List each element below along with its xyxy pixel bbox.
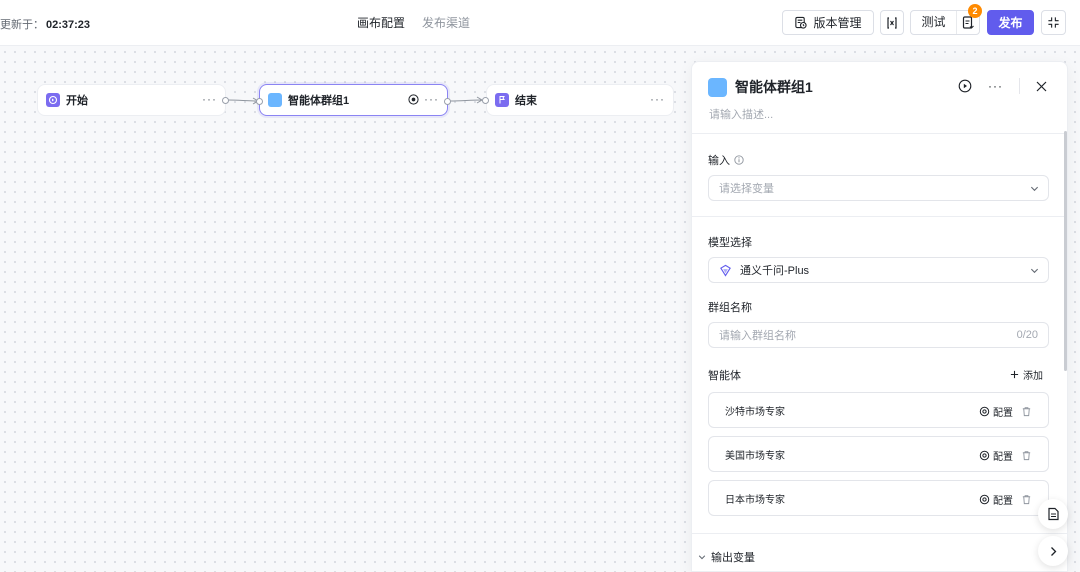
model-select[interactable]: 通义千问-Plus	[708, 257, 1049, 283]
input-variable-select[interactable]: 请选择变量	[708, 175, 1049, 201]
group-name-input[interactable]: 请输入群组名称 0/20	[708, 322, 1049, 348]
divider	[692, 133, 1067, 134]
output-port[interactable]	[222, 97, 229, 104]
chevron-down-icon	[1030, 266, 1039, 278]
configure-agent-button[interactable]: 配置	[979, 492, 1013, 507]
trash-icon[interactable]	[1021, 450, 1032, 461]
top-bar: 更新于： 02:37:23 画布配置 发布渠道 版本管理 测试 2 发布	[0, 0, 1080, 46]
version-management-button[interactable]: 版本管理	[782, 10, 874, 35]
agent-name: 美国市场专家	[725, 450, 785, 462]
variable-brackets-icon	[885, 16, 899, 30]
input-label: 输入	[708, 155, 730, 167]
updated-label: 更新于：	[0, 19, 44, 31]
node-label: 智能体群组1	[288, 95, 350, 107]
agent-actions: 配置	[979, 492, 1032, 507]
group-square-icon	[268, 93, 282, 107]
header-divider	[1019, 78, 1020, 94]
agent-name: 沙特市场专家	[725, 406, 785, 418]
node-agent-group[interactable]: 智能体群组1 ···	[259, 84, 448, 116]
more-icon[interactable]: ···	[424, 92, 439, 106]
more-icon[interactable]: ···	[988, 79, 1003, 93]
collapse-button[interactable]	[1041, 10, 1066, 35]
panel-scrollbar[interactable]	[1064, 131, 1067, 371]
input-port[interactable]	[482, 97, 489, 104]
output-variables-label: 输出变量	[711, 552, 755, 564]
test-button-group: 测试 2	[910, 4, 982, 35]
tab-canvas-config[interactable]: 画布配置	[357, 14, 405, 31]
gear-icon	[979, 450, 990, 461]
notification-badge: 2	[968, 4, 982, 18]
input-placeholder: 请输入群组名称	[719, 330, 796, 342]
configure-agent-button[interactable]: 配置	[979, 448, 1013, 463]
node-label: 开始	[66, 95, 88, 107]
gear-icon	[979, 494, 990, 505]
gear-icon	[979, 406, 990, 417]
more-icon[interactable]: ···	[650, 92, 665, 106]
info-icon[interactable]	[734, 155, 744, 165]
agent-item: 日本市场专家 配置	[708, 480, 1049, 516]
trash-icon[interactable]	[1021, 494, 1032, 505]
group-square-icon	[708, 77, 727, 97]
version-history-icon	[794, 16, 808, 29]
chevron-down-icon	[1030, 184, 1039, 196]
qwen-model-icon	[719, 264, 732, 277]
close-icon[interactable]	[1036, 81, 1047, 92]
notes-button[interactable]	[1038, 499, 1068, 529]
divider	[692, 533, 1067, 534]
configure-label: 配置	[993, 452, 1013, 463]
expand-panel-button[interactable]	[1038, 536, 1068, 566]
configure-label: 配置	[993, 496, 1013, 507]
input-section-label: 输入	[708, 152, 744, 168]
document-icon	[962, 16, 974, 29]
collapse-icon	[1047, 16, 1060, 29]
tab-bar: 画布配置 发布渠道	[357, 14, 470, 31]
node-config-panel: 智能体群组1 ··· 请输入描述... 输入 请选择变量 模型选择 通义千问-P…	[691, 61, 1068, 572]
run-node-icon[interactable]	[408, 94, 419, 105]
add-label: 添加	[1023, 371, 1043, 382]
trash-icon[interactable]	[1021, 406, 1032, 417]
group-name-label: 群组名称	[708, 302, 752, 314]
run-icon[interactable]	[958, 79, 972, 93]
updated-time: 02:37:23	[46, 19, 91, 31]
node-start[interactable]: 开始 ···	[37, 84, 226, 116]
panel-title[interactable]: 智能体群组1	[735, 77, 813, 97]
input-port[interactable]	[256, 98, 263, 105]
char-count: 0/20	[1016, 329, 1038, 341]
agent-name: 日本市场专家	[725, 494, 785, 506]
output-port[interactable]	[444, 98, 451, 105]
configure-label: 配置	[993, 408, 1013, 419]
variables-button[interactable]	[880, 10, 904, 35]
divider	[692, 216, 1067, 217]
last-updated: 更新于： 02:37:23	[0, 16, 90, 32]
agent-item: 美国市场专家 配置	[708, 436, 1049, 472]
start-icon	[46, 93, 60, 107]
agents-section-label: 智能体	[708, 370, 741, 382]
node-label: 结束	[515, 95, 537, 107]
test-button[interactable]: 测试	[911, 11, 957, 34]
publish-button[interactable]: 发布	[987, 10, 1034, 35]
end-flag-icon	[495, 93, 509, 107]
model-value: 通义千问-Plus	[740, 265, 810, 277]
add-agent-button[interactable]: 添加	[1010, 367, 1043, 382]
node-end[interactable]: 结束 ···	[486, 84, 674, 116]
configure-agent-button[interactable]: 配置	[979, 404, 1013, 419]
chevron-down-icon	[698, 553, 706, 561]
test-history-button[interactable]: 2	[957, 4, 982, 34]
version-management-label: 版本管理	[813, 16, 862, 30]
agent-actions: 配置	[979, 448, 1032, 463]
agent-item: 沙特市场专家 配置	[708, 392, 1049, 428]
chevron-right-icon	[1049, 546, 1058, 557]
agent-actions: 配置	[979, 404, 1032, 419]
panel-header: 智能体群组1	[708, 77, 813, 97]
tab-publish-channel[interactable]: 发布渠道	[422, 14, 470, 31]
model-section-label: 模型选择	[708, 237, 752, 249]
output-variables-toggle[interactable]: 输出变量	[698, 549, 755, 565]
document-icon	[1047, 507, 1060, 521]
more-icon[interactable]: ···	[202, 92, 217, 106]
panel-actions: ···	[958, 78, 1047, 94]
description-input[interactable]: 请输入描述...	[709, 106, 773, 122]
plus-icon	[1010, 370, 1019, 379]
select-placeholder: 请选择变量	[719, 183, 774, 195]
